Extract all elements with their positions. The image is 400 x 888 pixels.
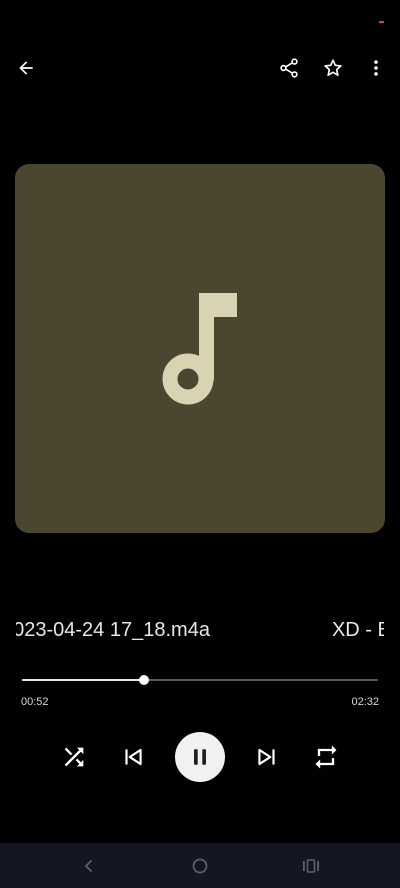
next-button[interactable] xyxy=(247,737,287,777)
more-vertical-icon xyxy=(374,60,378,76)
shuffle-button[interactable] xyxy=(54,737,94,777)
repeat-button[interactable] xyxy=(306,737,346,777)
playback-controls xyxy=(0,732,400,782)
repeat-icon xyxy=(315,745,337,769)
previous-button[interactable] xyxy=(113,737,153,777)
nav-recents-button[interactable] xyxy=(281,843,341,888)
status-indicator xyxy=(379,21,384,23)
skip-previous-icon xyxy=(125,748,142,766)
nav-back-icon xyxy=(84,859,93,872)
track-title: 2023-04-24 17_18.m4a xyxy=(16,619,210,641)
back-button[interactable] xyxy=(6,48,46,88)
more-options-button[interactable] xyxy=(356,48,396,88)
pause-button[interactable] xyxy=(175,732,225,782)
nav-recents-icon xyxy=(303,858,319,873)
nav-home-button[interactable] xyxy=(170,843,230,888)
seek-bar[interactable] xyxy=(22,672,378,688)
pause-icon xyxy=(194,749,206,765)
share-button[interactable] xyxy=(269,48,309,88)
track-artist: XD - Biting xyxy=(331,619,384,641)
system-navigation-bar xyxy=(0,843,400,888)
top-app-bar xyxy=(0,48,400,88)
elapsed-time: 00:52 xyxy=(21,696,49,708)
skip-next-icon xyxy=(258,748,275,766)
nav-back-button[interactable] xyxy=(59,843,119,888)
album-artwork xyxy=(15,164,385,533)
music-note-icon xyxy=(162,292,237,404)
seek-thumb[interactable] xyxy=(138,675,149,685)
share-icon xyxy=(280,58,298,78)
track-title-marquee: 2023-04-24 17_18.m4a XD - Biting xyxy=(16,614,384,646)
shuffle-icon xyxy=(64,747,84,767)
nav-home-icon xyxy=(192,858,208,873)
star-outline-icon xyxy=(324,59,342,76)
total-time: 02:32 xyxy=(351,696,379,708)
arrow-left-icon xyxy=(19,61,33,75)
favorite-button[interactable] xyxy=(313,48,353,88)
seek-progress xyxy=(22,679,144,681)
